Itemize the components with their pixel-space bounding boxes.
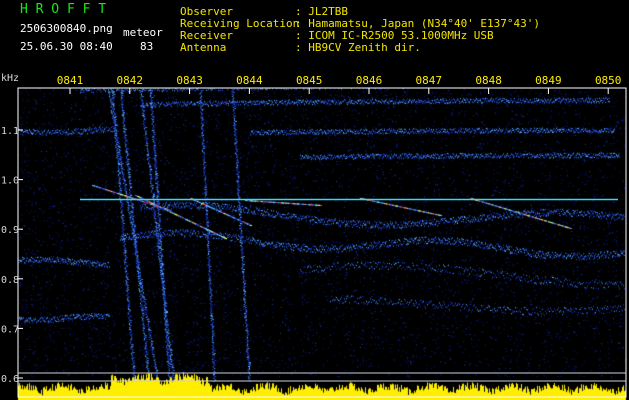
y-tick-label: 0.8 [1,275,19,286]
x-tick-label: 0841 [57,74,84,87]
x-tick-label: 0842 [117,74,144,87]
observer-label: Observer [180,5,233,18]
y-tick-label: 1.1 [1,126,19,137]
x-tick-label: 0848 [475,74,502,87]
mode-label: meteor [123,26,163,39]
x-tick-label: 0849 [535,74,562,87]
observer-value: : JL2TBB [295,5,348,18]
x-tick-label: 0847 [416,74,443,87]
image-filename: 2506300840.png [20,22,113,35]
receiver-value: : ICOM IC-R2500 53.1000MHz USB [295,29,494,42]
date-time: 25.06.30 08:40 [20,40,113,53]
app-title: H R O F F T [20,2,107,17]
x-tick-label: 0845 [296,74,323,87]
hrofft-screen: 0841 0842 0843 0844 0845 0846 0847 0848 0849 0850… [0,0,629,400]
spectrogram-axes: 0841 0842 0843 0844 0845 0846 0847 0848 0849 0850… [1,74,627,398]
x-tick-label: 0850 [595,74,622,87]
meteor-count: 83 [140,40,154,53]
x-tick-label: 0846 [356,74,383,87]
y-axis-unit-label: kHz [1,73,20,84]
x-tick-label: 0844 [236,74,263,87]
y-tick-label: 0.9 [1,225,19,236]
receiver-label: Receiver [180,29,233,42]
x-tick-label: 0843 [176,74,203,87]
y-tick-label: 0.6 [1,374,19,385]
antenna-value: : HB9CV Zenith dir. [295,41,421,54]
y-tick-label: 1.0 [1,176,19,187]
location-value: : Hamamatsu, Japan (N34°40' E137°43') [295,17,541,30]
plot-frame [17,87,627,398]
antenna-label: Antenna [180,41,227,54]
location-label: Receiving Location [180,17,300,30]
y-tick-label: 0.7 [1,324,19,335]
